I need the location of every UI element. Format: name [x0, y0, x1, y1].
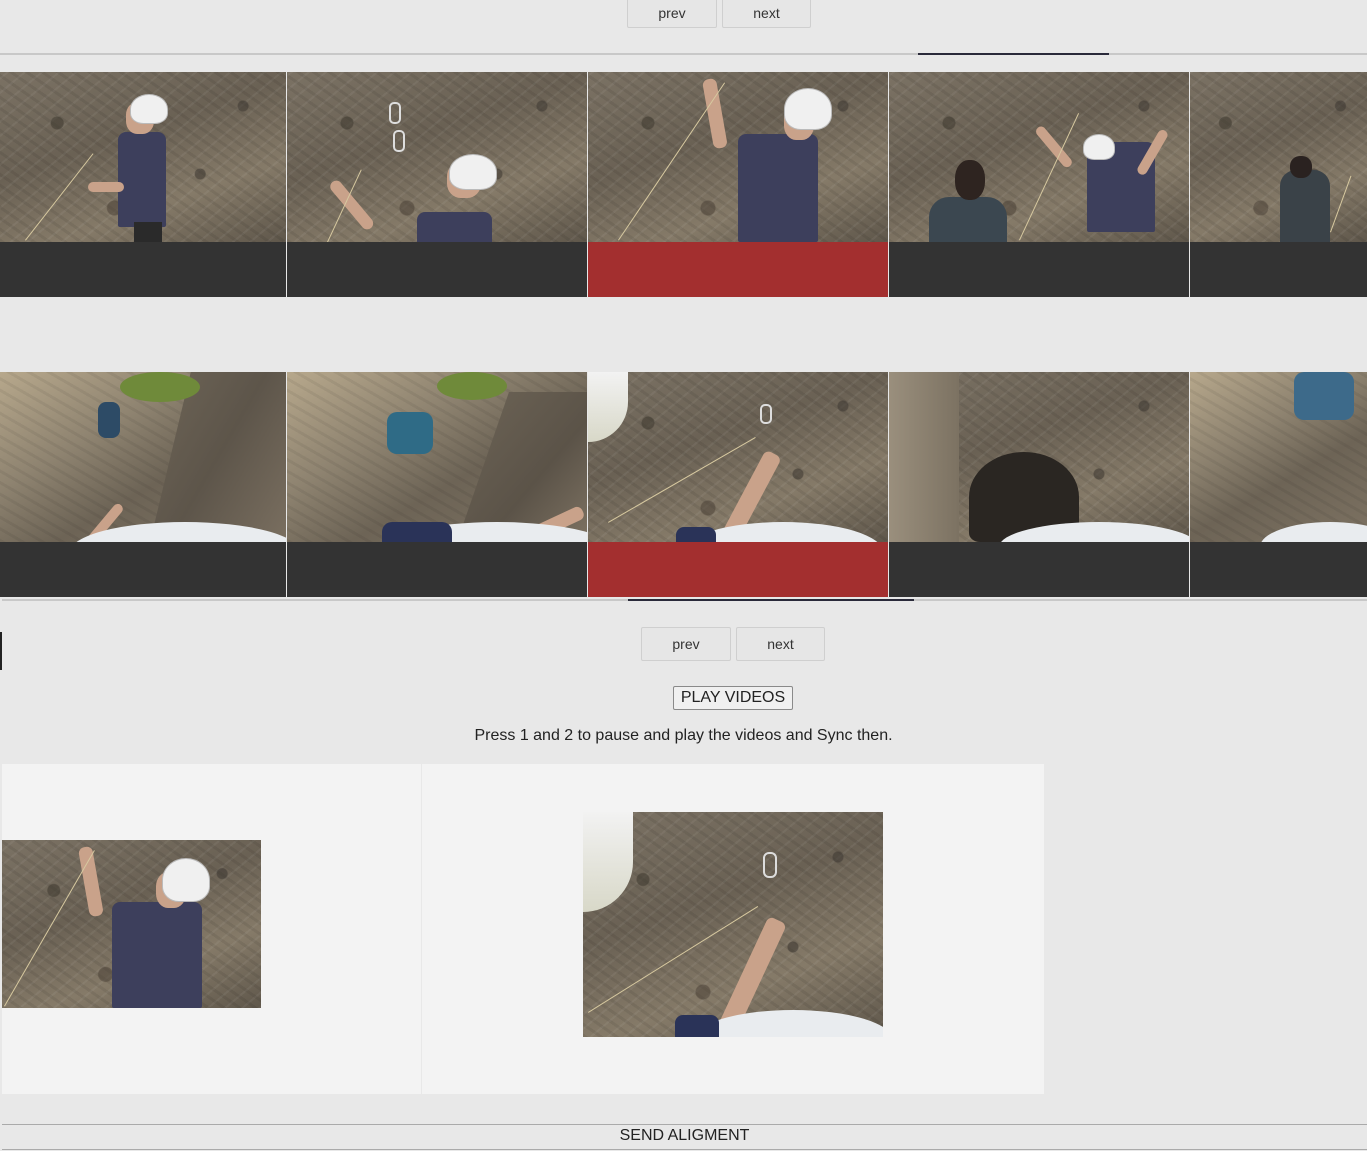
frame-image — [287, 372, 587, 542]
frame-select-bar[interactable] — [0, 542, 286, 597]
frame-select-bar[interactable] — [287, 542, 587, 597]
frame-thumbnail-selected[interactable] — [588, 372, 888, 597]
top-divider — [0, 53, 1367, 55]
frame-thumbnail[interactable] — [287, 372, 587, 597]
frame-image — [0, 72, 286, 242]
video-panel-2 — [422, 764, 1044, 1094]
frame-select-bar[interactable] — [588, 242, 888, 297]
frame-strip-camera-1 — [0, 72, 1367, 298]
frame-image — [287, 72, 587, 242]
send-alignment-button[interactable]: SEND ALIGMENT — [2, 1124, 1367, 1150]
frame-thumbnail[interactable] — [0, 72, 286, 297]
frame-image — [889, 72, 1189, 242]
frame-thumbnail[interactable] — [1190, 372, 1367, 597]
frame-thumbnail[interactable] — [0, 372, 286, 597]
frame-strip-camera-2 — [0, 372, 1367, 598]
frame-select-bar[interactable] — [889, 542, 1189, 597]
frame-image — [588, 72, 888, 242]
instructions-text: Press 1 and 2 to pause and play the vide… — [474, 727, 893, 744]
frame-select-bar[interactable] — [287, 242, 587, 297]
left-edge-marker — [0, 632, 2, 670]
frame-image — [0, 372, 286, 542]
frame-thumbnail[interactable] — [889, 72, 1189, 297]
frame-thumbnail-selected[interactable] — [588, 72, 888, 297]
frame-select-bar[interactable] — [1190, 242, 1367, 297]
strip2-scroll-indicator[interactable] — [628, 599, 914, 601]
bottom-prev-button[interactable]: prev — [641, 627, 731, 661]
strip1-scroll-indicator[interactable] — [918, 53, 1109, 55]
bottom-next-button[interactable]: next — [736, 627, 825, 661]
frame-select-bar[interactable] — [588, 542, 888, 597]
frame-select-bar[interactable] — [1190, 542, 1367, 597]
video-panel-1 — [2, 764, 421, 1094]
frame-image — [588, 372, 888, 542]
frame-thumbnail[interactable] — [889, 372, 1189, 597]
video-player-1[interactable] — [2, 840, 261, 1008]
top-next-button[interactable]: next — [722, 0, 811, 28]
frame-select-bar[interactable] — [0, 242, 286, 297]
frame-thumbnail[interactable] — [287, 72, 587, 297]
frame-image — [889, 372, 1189, 542]
play-videos-button[interactable]: PLAY VIDEOS — [673, 686, 793, 710]
frame-thumbnail[interactable] — [1190, 72, 1367, 297]
frame-select-bar[interactable] — [889, 242, 1189, 297]
top-prev-button[interactable]: prev — [627, 0, 717, 28]
frame-image — [1190, 372, 1367, 542]
frame-image — [1190, 72, 1367, 242]
video-player-2[interactable] — [583, 812, 883, 1037]
